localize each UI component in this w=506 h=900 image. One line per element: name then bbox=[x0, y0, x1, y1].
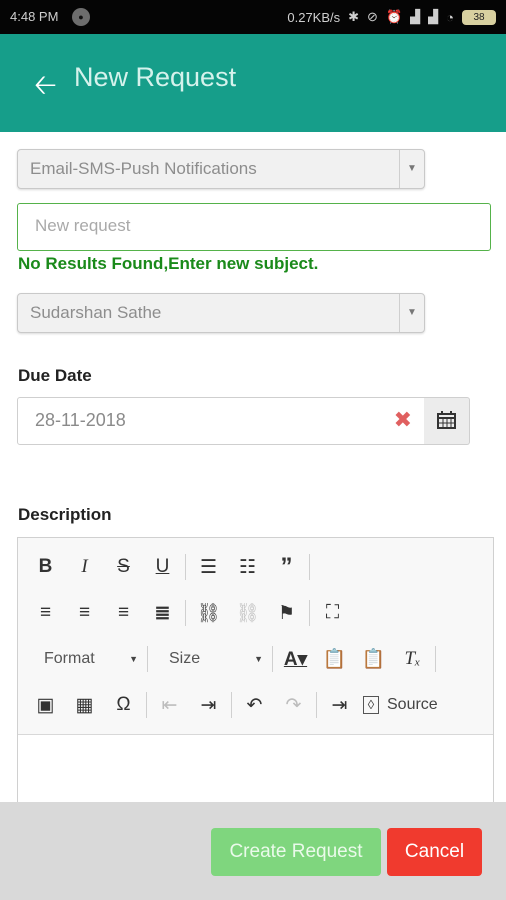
signal-icon: ▟ bbox=[410, 9, 421, 24]
page-title: New Request bbox=[74, 62, 237, 92]
toolbar-separator bbox=[309, 600, 310, 626]
dropdown-caret-icon: ▼ bbox=[129, 654, 138, 664]
source-icon: ◊ bbox=[363, 696, 379, 714]
format-dropdown-label: Format bbox=[44, 650, 95, 667]
due-date-value: 28-11-2018 bbox=[35, 410, 126, 430]
size-dropdown[interactable]: Size ▼ bbox=[151, 644, 269, 674]
assignee-select[interactable]: Sudarshan Sathe ▼ bbox=[17, 293, 425, 333]
dropdown-caret-icon: ▼ bbox=[254, 654, 263, 664]
toolbar-separator bbox=[185, 600, 186, 626]
rich-text-editor: B I S U ☰ ☷ ” ≡ ≡ ≡ ≣ ⛓ ⛓ ⚑ ⛶ Format ▼ S… bbox=[17, 537, 494, 809]
italic-icon[interactable]: I bbox=[65, 552, 104, 582]
due-date-field[interactable]: 28-11-2018 ✖ bbox=[17, 397, 425, 445]
notification-badge-icon: ● bbox=[72, 8, 90, 26]
align-left-icon[interactable]: ≡ bbox=[26, 598, 65, 628]
anchor-flag-icon[interactable]: ⚑ bbox=[267, 598, 306, 628]
source-button[interactable]: ◊ Source bbox=[359, 690, 442, 720]
due-date-label: Due Date bbox=[18, 366, 92, 385]
category-select-value: Email-SMS-Push Notifications bbox=[30, 159, 257, 178]
toolbar-row-4: ▣ ▦ Ω ⇤ ⇥ ↶ ↷ ⇥ ◊ Source bbox=[26, 690, 442, 720]
paste-text-icon[interactable]: 📋 bbox=[315, 644, 354, 674]
description-label: Description bbox=[18, 505, 112, 524]
toolbar-row-3: Format ▼ Size ▼ A▾ 📋 📋 Tₓ bbox=[26, 644, 439, 674]
action-bar: Create Request Cancel bbox=[0, 802, 506, 900]
remove-format-icon[interactable]: Tₓ bbox=[393, 644, 432, 674]
text-color-icon[interactable]: A▾ bbox=[276, 644, 315, 674]
network-speed: 0.27KB/s bbox=[287, 9, 341, 25]
maximize-icon[interactable]: ⛶ bbox=[313, 598, 352, 628]
toolbar-row-1: B I S U ☰ ☷ ” bbox=[26, 552, 313, 582]
calendar-button[interactable] bbox=[424, 397, 470, 445]
toolbar-separator bbox=[185, 554, 186, 580]
calendar-icon bbox=[437, 411, 456, 429]
battery-icon: 38 bbox=[462, 9, 496, 25]
status-bar: 4:48 PM ● 0.27KB/s ✱ ⊘ ⏰ ▟ ▟ ◔ 38 bbox=[0, 0, 506, 34]
align-center-icon[interactable]: ≡ bbox=[65, 598, 104, 628]
toolbar-row-2: ≡ ≡ ≡ ≣ ⛓ ⛓ ⚑ ⛶ bbox=[26, 598, 352, 628]
back-arrow-icon[interactable]: 🡠 bbox=[34, 64, 57, 112]
dropdown-caret-icon: ▼ bbox=[399, 294, 424, 332]
create-request-button[interactable]: Create Request bbox=[211, 828, 381, 876]
toolbar-separator bbox=[435, 646, 436, 672]
special-char-icon[interactable]: Ω bbox=[104, 690, 143, 720]
app-bar: 🡠 New Request bbox=[0, 34, 506, 132]
bulleted-list-icon[interactable]: ☰ bbox=[189, 552, 228, 582]
unlink-icon[interactable]: ⛓ bbox=[228, 598, 267, 628]
justify-icon[interactable]: ≣ bbox=[143, 598, 182, 628]
size-dropdown-label: Size bbox=[169, 650, 201, 667]
toolbar-separator bbox=[316, 692, 317, 718]
source-button-label: Source bbox=[387, 696, 438, 713]
bluetooth-icon: ✱ bbox=[348, 9, 360, 24]
table-icon[interactable]: ▦ bbox=[65, 690, 104, 720]
strikethrough-icon[interactable]: S bbox=[104, 552, 143, 582]
toolbar-separator bbox=[146, 692, 147, 718]
dropdown-caret-icon: ▼ bbox=[399, 150, 424, 188]
wifi-icon: ◔ bbox=[446, 9, 454, 25]
numbered-list-icon[interactable]: ☷ bbox=[228, 552, 267, 582]
alarm-icon: ⏰ bbox=[385, 9, 403, 24]
link-icon[interactable]: ⛓ bbox=[189, 598, 228, 628]
mute-icon: ⊘ bbox=[367, 9, 378, 24]
cancel-button[interactable]: Cancel bbox=[387, 828, 482, 876]
no-results-message: No Results Found,Enter new subject. bbox=[18, 254, 319, 273]
toolbar-separator bbox=[272, 646, 273, 672]
subject-field[interactable] bbox=[17, 203, 491, 251]
bold-icon[interactable]: B bbox=[26, 552, 65, 582]
editor-content-area[interactable] bbox=[18, 734, 493, 809]
format-dropdown[interactable]: Format ▼ bbox=[26, 644, 144, 674]
category-select[interactable]: Email-SMS-Push Notifications ▼ bbox=[17, 149, 425, 189]
insert-break-icon[interactable]: ⇥ bbox=[320, 690, 359, 720]
outdent-icon[interactable]: ⇤ bbox=[150, 690, 189, 720]
undo-icon[interactable]: ↶ bbox=[235, 690, 274, 720]
status-icons: 0.27KB/s ✱ ⊘ ⏰ ▟ ▟ ◔ 38 bbox=[287, 9, 496, 25]
status-time: 4:48 PM bbox=[10, 9, 59, 24]
indent-icon[interactable]: ⇥ bbox=[189, 690, 228, 720]
blockquote-icon[interactable]: ” bbox=[267, 552, 306, 582]
toolbar-separator bbox=[147, 646, 148, 672]
redo-icon[interactable]: ↷ bbox=[274, 690, 313, 720]
paste-word-icon[interactable]: 📋 bbox=[354, 644, 393, 674]
clear-date-icon[interactable]: ✖ bbox=[394, 407, 412, 433]
subject-input[interactable] bbox=[18, 204, 475, 248]
toolbar-separator bbox=[309, 554, 310, 580]
image-icon[interactable]: ▣ bbox=[26, 690, 65, 720]
toolbar-separator bbox=[231, 692, 232, 718]
underline-icon[interactable]: U bbox=[143, 552, 182, 582]
signal-icon-2: ▟ bbox=[428, 9, 439, 24]
assignee-select-value: Sudarshan Sathe bbox=[30, 303, 162, 322]
align-right-icon[interactable]: ≡ bbox=[104, 598, 143, 628]
